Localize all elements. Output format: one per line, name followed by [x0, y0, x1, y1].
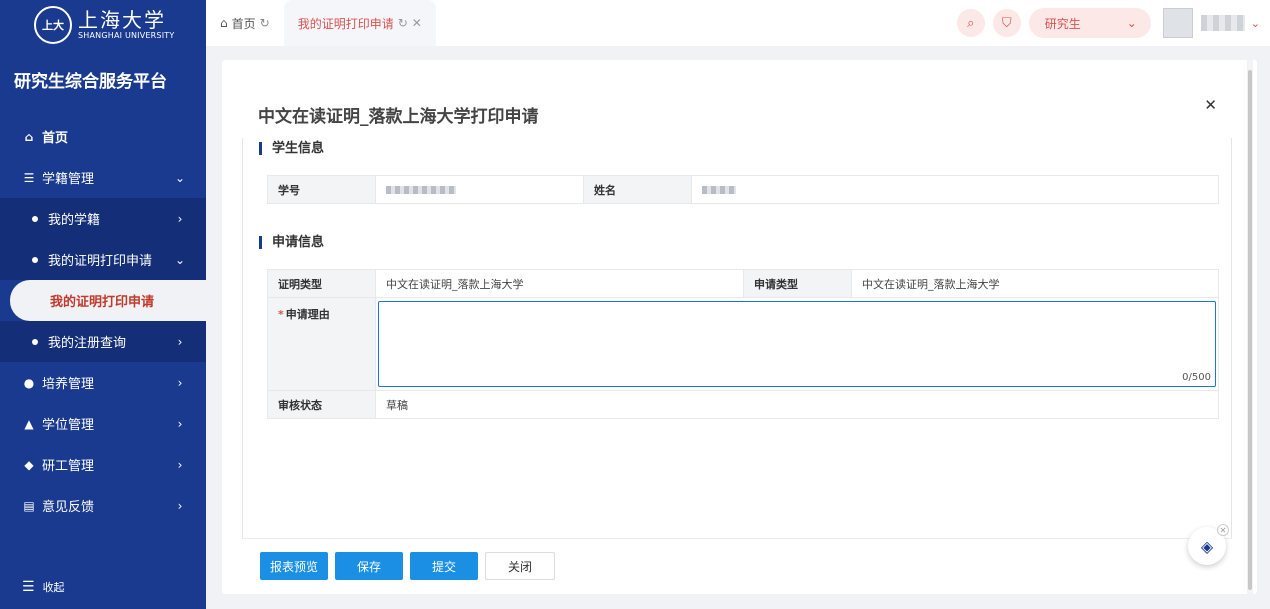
sidebar-item-cert-print-active[interactable]: 我的证明打印申请	[10, 280, 206, 321]
chevron-down-icon: ⌄	[174, 170, 186, 185]
reason-label: 申请理由	[285, 308, 330, 321]
section-title-application: 申请信息	[259, 236, 324, 249]
scrollbar-thumb[interactable]	[1248, 70, 1252, 590]
sidebar-submenu: 我的学籍 › 我的证明打印申请 ⌄	[0, 198, 206, 280]
chevron-right-icon: ›	[177, 375, 183, 390]
university-name-en: SHANGHAI UNIVERSITY	[78, 31, 175, 40]
feedback-icon: ▤	[23, 498, 35, 513]
shirt-icon: ⛉	[1001, 15, 1012, 31]
training-icon: ●	[23, 375, 35, 390]
chevron-down-icon[interactable]: ⌄	[1251, 17, 1260, 30]
search-button[interactable]: ⌕	[956, 9, 985, 37]
bullet-icon	[32, 215, 38, 222]
sidebar-item-feedback[interactable]: ▤ 意见反馈 ›	[0, 485, 206, 526]
refresh-icon[interactable]: ↻	[398, 16, 408, 30]
sidebar-item-home[interactable]: ⌂ 首页	[0, 116, 206, 157]
scrollbar[interactable]	[1247, 60, 1253, 594]
tab-home[interactable]: ⌂ 首页 ↻	[206, 0, 284, 46]
collapse-menu-icon: ☰	[22, 579, 35, 595]
bullet-icon	[32, 256, 38, 263]
university-seal-icon: 上大	[34, 6, 72, 44]
apply-type-value: 中文在读证明_落款上海大学	[851, 269, 1219, 298]
chevron-right-icon: ›	[177, 211, 183, 226]
section-title-student: 学生信息	[259, 142, 324, 155]
chevron-down-icon: ⌄	[1126, 16, 1137, 30]
redacted-text	[702, 186, 736, 194]
home-icon: ⌂	[24, 129, 34, 144]
sidebar: 上大 上海大学 SHANGHAI UNIVERSITY 研究生综合服务平台 ⌂ …	[0, 0, 206, 609]
student-name-label: 姓名	[583, 175, 692, 204]
student-id-value	[375, 175, 584, 204]
tab-cert-print[interactable]: 我的证明打印申请 ↻ ✕	[283, 0, 436, 46]
role-select[interactable]: 研究生 ⌄	[1028, 8, 1151, 38]
avatar[interactable]	[1162, 8, 1193, 38]
chevron-right-icon: ›	[177, 334, 183, 349]
dialog-title: 中文在读证明_落款上海大学打印申请	[258, 107, 539, 127]
print-application-dialog: 中文在读证明_落款上海大学打印申请 ✕ 学生信息 学号 姓名 申请信息 证明类型…	[222, 60, 1257, 594]
apply-type-label: 申请类型	[743, 269, 852, 298]
chevron-right-icon: ›	[177, 457, 183, 472]
sidebar-item-student-records[interactable]: ☰ 学籍管理 ⌄	[0, 157, 206, 198]
cert-type-label: 证明类型	[267, 269, 376, 298]
dialog-body: 学生信息 学号 姓名 申请信息 证明类型 中文在读证明_落款上海大学 申请类型 …	[242, 138, 1232, 538]
top-bar: ⌂ 首页 ↻ 我的证明打印申请 ↻ ✕ ⌕ ⛉ 研究生 ⌄ ⌄	[206, 0, 1270, 46]
reason-char-count: 0/500	[1182, 372, 1211, 383]
sidebar-submenu: 我的注册查询 ›	[0, 321, 206, 362]
chevron-down-icon: ⌄	[174, 252, 186, 267]
refresh-icon[interactable]: ↻	[260, 16, 270, 30]
floating-close-icon[interactable]: ✕	[1217, 524, 1229, 536]
sidebar-item-cert-print-group[interactable]: 我的证明打印申请 ⌄	[0, 239, 206, 280]
sidebar-collapse-button[interactable]: ☰ 收起	[22, 579, 65, 595]
report-preview-button[interactable]: 报表预览	[260, 552, 328, 580]
sidebar-item-my-records[interactable]: 我的学籍 ›	[0, 198, 206, 239]
degree-icon: ▲	[24, 416, 34, 431]
application-info-table: 证明类型 中文在读证明_落款上海大学 申请类型 中文在读证明_落款上海大学 * 申…	[267, 269, 1219, 419]
sidebar-item-degree[interactable]: ▲ 学位管理 ›	[0, 403, 206, 444]
cert-type-value: 中文在读证明_落款上海大学	[375, 269, 744, 298]
bullet-icon	[32, 338, 38, 345]
student-name-value	[691, 175, 1219, 204]
submit-button[interactable]: 提交	[410, 552, 478, 580]
sidebar-item-training[interactable]: ● 培养管理 ›	[0, 362, 206, 403]
home-icon: ⌂	[220, 16, 228, 30]
review-status-value: 草稿	[375, 390, 1219, 419]
sidebar-item-registration-query[interactable]: 我的注册查询 ›	[0, 321, 206, 362]
reason-textarea[interactable]: 0/500	[378, 301, 1216, 387]
university-logo[interactable]: 上大 上海大学 SHANGHAI UNIVERSITY	[0, 0, 206, 50]
redacted-text	[386, 186, 456, 194]
chevron-right-icon: ›	[177, 498, 183, 513]
student-id-label: 学号	[267, 175, 376, 204]
university-name-cn: 上海大学	[78, 8, 166, 32]
dialog-footer: 报表预览 保存 提交 关闭	[242, 538, 1232, 594]
save-button[interactable]: 保存	[335, 552, 403, 580]
close-button[interactable]: 关闭	[485, 552, 555, 580]
review-status-label: 审核状态	[267, 390, 376, 419]
search-icon: ⌕	[967, 15, 975, 31]
close-tab-icon[interactable]: ✕	[412, 16, 422, 30]
student-record-icon: ☰	[23, 170, 35, 185]
layers-icon: ◈	[1200, 536, 1214, 556]
platform-title: 研究生综合服务平台	[14, 71, 167, 92]
student-info-table: 学号 姓名	[267, 175, 1219, 204]
theme-button[interactable]: ⛉	[992, 9, 1021, 37]
shield-icon: ◆	[24, 457, 34, 472]
sidebar-item-graduate-work[interactable]: ◆ 研工管理 ›	[0, 444, 206, 485]
close-icon[interactable]: ✕	[1204, 96, 1217, 114]
user-name-redacted[interactable]	[1200, 15, 1245, 31]
required-marker: *	[278, 308, 284, 321]
chevron-right-icon: ›	[177, 416, 183, 431]
